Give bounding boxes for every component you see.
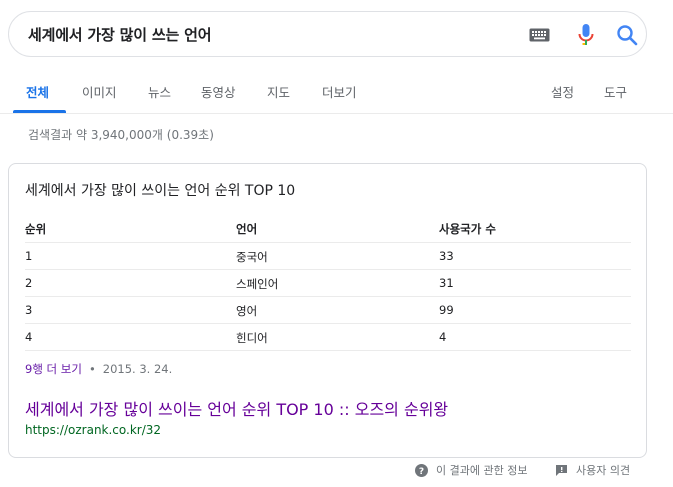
- rank-cell: 4: [25, 330, 33, 344]
- tab-maps[interactable]: 지도: [267, 82, 290, 101]
- search-tabs: 전체 이미지 뉴스 동영상 지도 더보기 설정 도구: [0, 66, 673, 114]
- column-header-countries: 사용국가 수: [439, 222, 496, 236]
- search-bar[interactable]: 세계에서 가장 많이 쓰는 언어: [8, 11, 647, 57]
- active-tab-indicator: [13, 110, 66, 113]
- keyboard-icon[interactable]: [529, 27, 550, 43]
- featured-snippet: 세계에서 가장 많이 쓰이는 언어 순위 TOP 10 순위 언어 사용국가 수…: [8, 163, 647, 458]
- rank-cell: 1: [25, 249, 33, 263]
- tab-tools[interactable]: 도구: [604, 82, 627, 101]
- language-cell: 중국어: [236, 250, 268, 264]
- result-url[interactable]: https://ozrank.co.kr/32: [25, 423, 161, 437]
- snippet-meta: 9행 더 보기 • 2015. 3. 24.: [25, 361, 172, 377]
- tab-news[interactable]: 뉴스: [148, 82, 171, 101]
- result-stats: 검색결과 약 3,940,000개 (0.39초): [28, 128, 214, 142]
- table-row: 2 스페인어 31: [25, 270, 631, 297]
- tab-settings[interactable]: 설정: [551, 82, 574, 101]
- feedback-label: 사용자 의견: [576, 464, 631, 477]
- result-title-link[interactable]: 세계에서 가장 많이 쓰이는 언어 순위 TOP 10 :: 오즈의 순위왕: [25, 396, 448, 420]
- table-row: 3 영어 99: [25, 297, 631, 324]
- more-rows-link[interactable]: 9행 더 보기: [25, 362, 82, 376]
- snippet-table: 순위 언어 사용국가 수 1 중국어 33 2 스페인어 31 3 영어 99 …: [25, 218, 631, 351]
- tab-images[interactable]: 이미지: [82, 82, 117, 101]
- column-header-rank: 순위: [25, 222, 47, 236]
- tab-videos[interactable]: 동영상: [201, 82, 236, 101]
- table-header-row: 순위 언어 사용국가 수: [25, 218, 631, 243]
- tab-more[interactable]: 더보기: [322, 82, 357, 101]
- snippet-date: 2015. 3. 24.: [102, 362, 173, 376]
- rank-cell: 2: [25, 276, 33, 290]
- about-result-label: 이 결과에 관한 정보: [436, 464, 528, 477]
- countries-cell: 33: [439, 249, 454, 263]
- countries-cell: 99: [439, 303, 454, 317]
- about-result-link[interactable]: ? 이 결과에 관한 정보: [415, 462, 527, 478]
- help-icon: ?: [415, 463, 428, 477]
- snippet-title: 세계에서 가장 많이 쓰이는 언어 순위 TOP 10: [25, 183, 296, 199]
- countries-cell: 4: [439, 330, 447, 344]
- language-cell: 영어: [236, 304, 258, 318]
- rank-cell: 3: [25, 303, 33, 317]
- meta-separator: •: [88, 362, 96, 376]
- svg-text:?: ?: [419, 467, 424, 477]
- tab-all[interactable]: 전체: [26, 82, 49, 101]
- feedback-icon: [556, 464, 567, 476]
- table-row: 4 힌디어 4: [25, 324, 631, 351]
- column-header-language: 언어: [236, 222, 258, 236]
- feedback-link[interactable]: 사용자 의견: [555, 462, 630, 478]
- language-cell: 힌디어: [236, 331, 268, 345]
- microphone-icon[interactable]: [576, 23, 596, 47]
- table-row: 1 중국어 33: [25, 243, 631, 270]
- language-cell: 스페인어: [236, 277, 279, 291]
- countries-cell: 31: [439, 276, 454, 290]
- search-icon[interactable]: [616, 24, 638, 46]
- search-input[interactable]: 세계에서 가장 많이 쓰는 언어: [28, 24, 211, 45]
